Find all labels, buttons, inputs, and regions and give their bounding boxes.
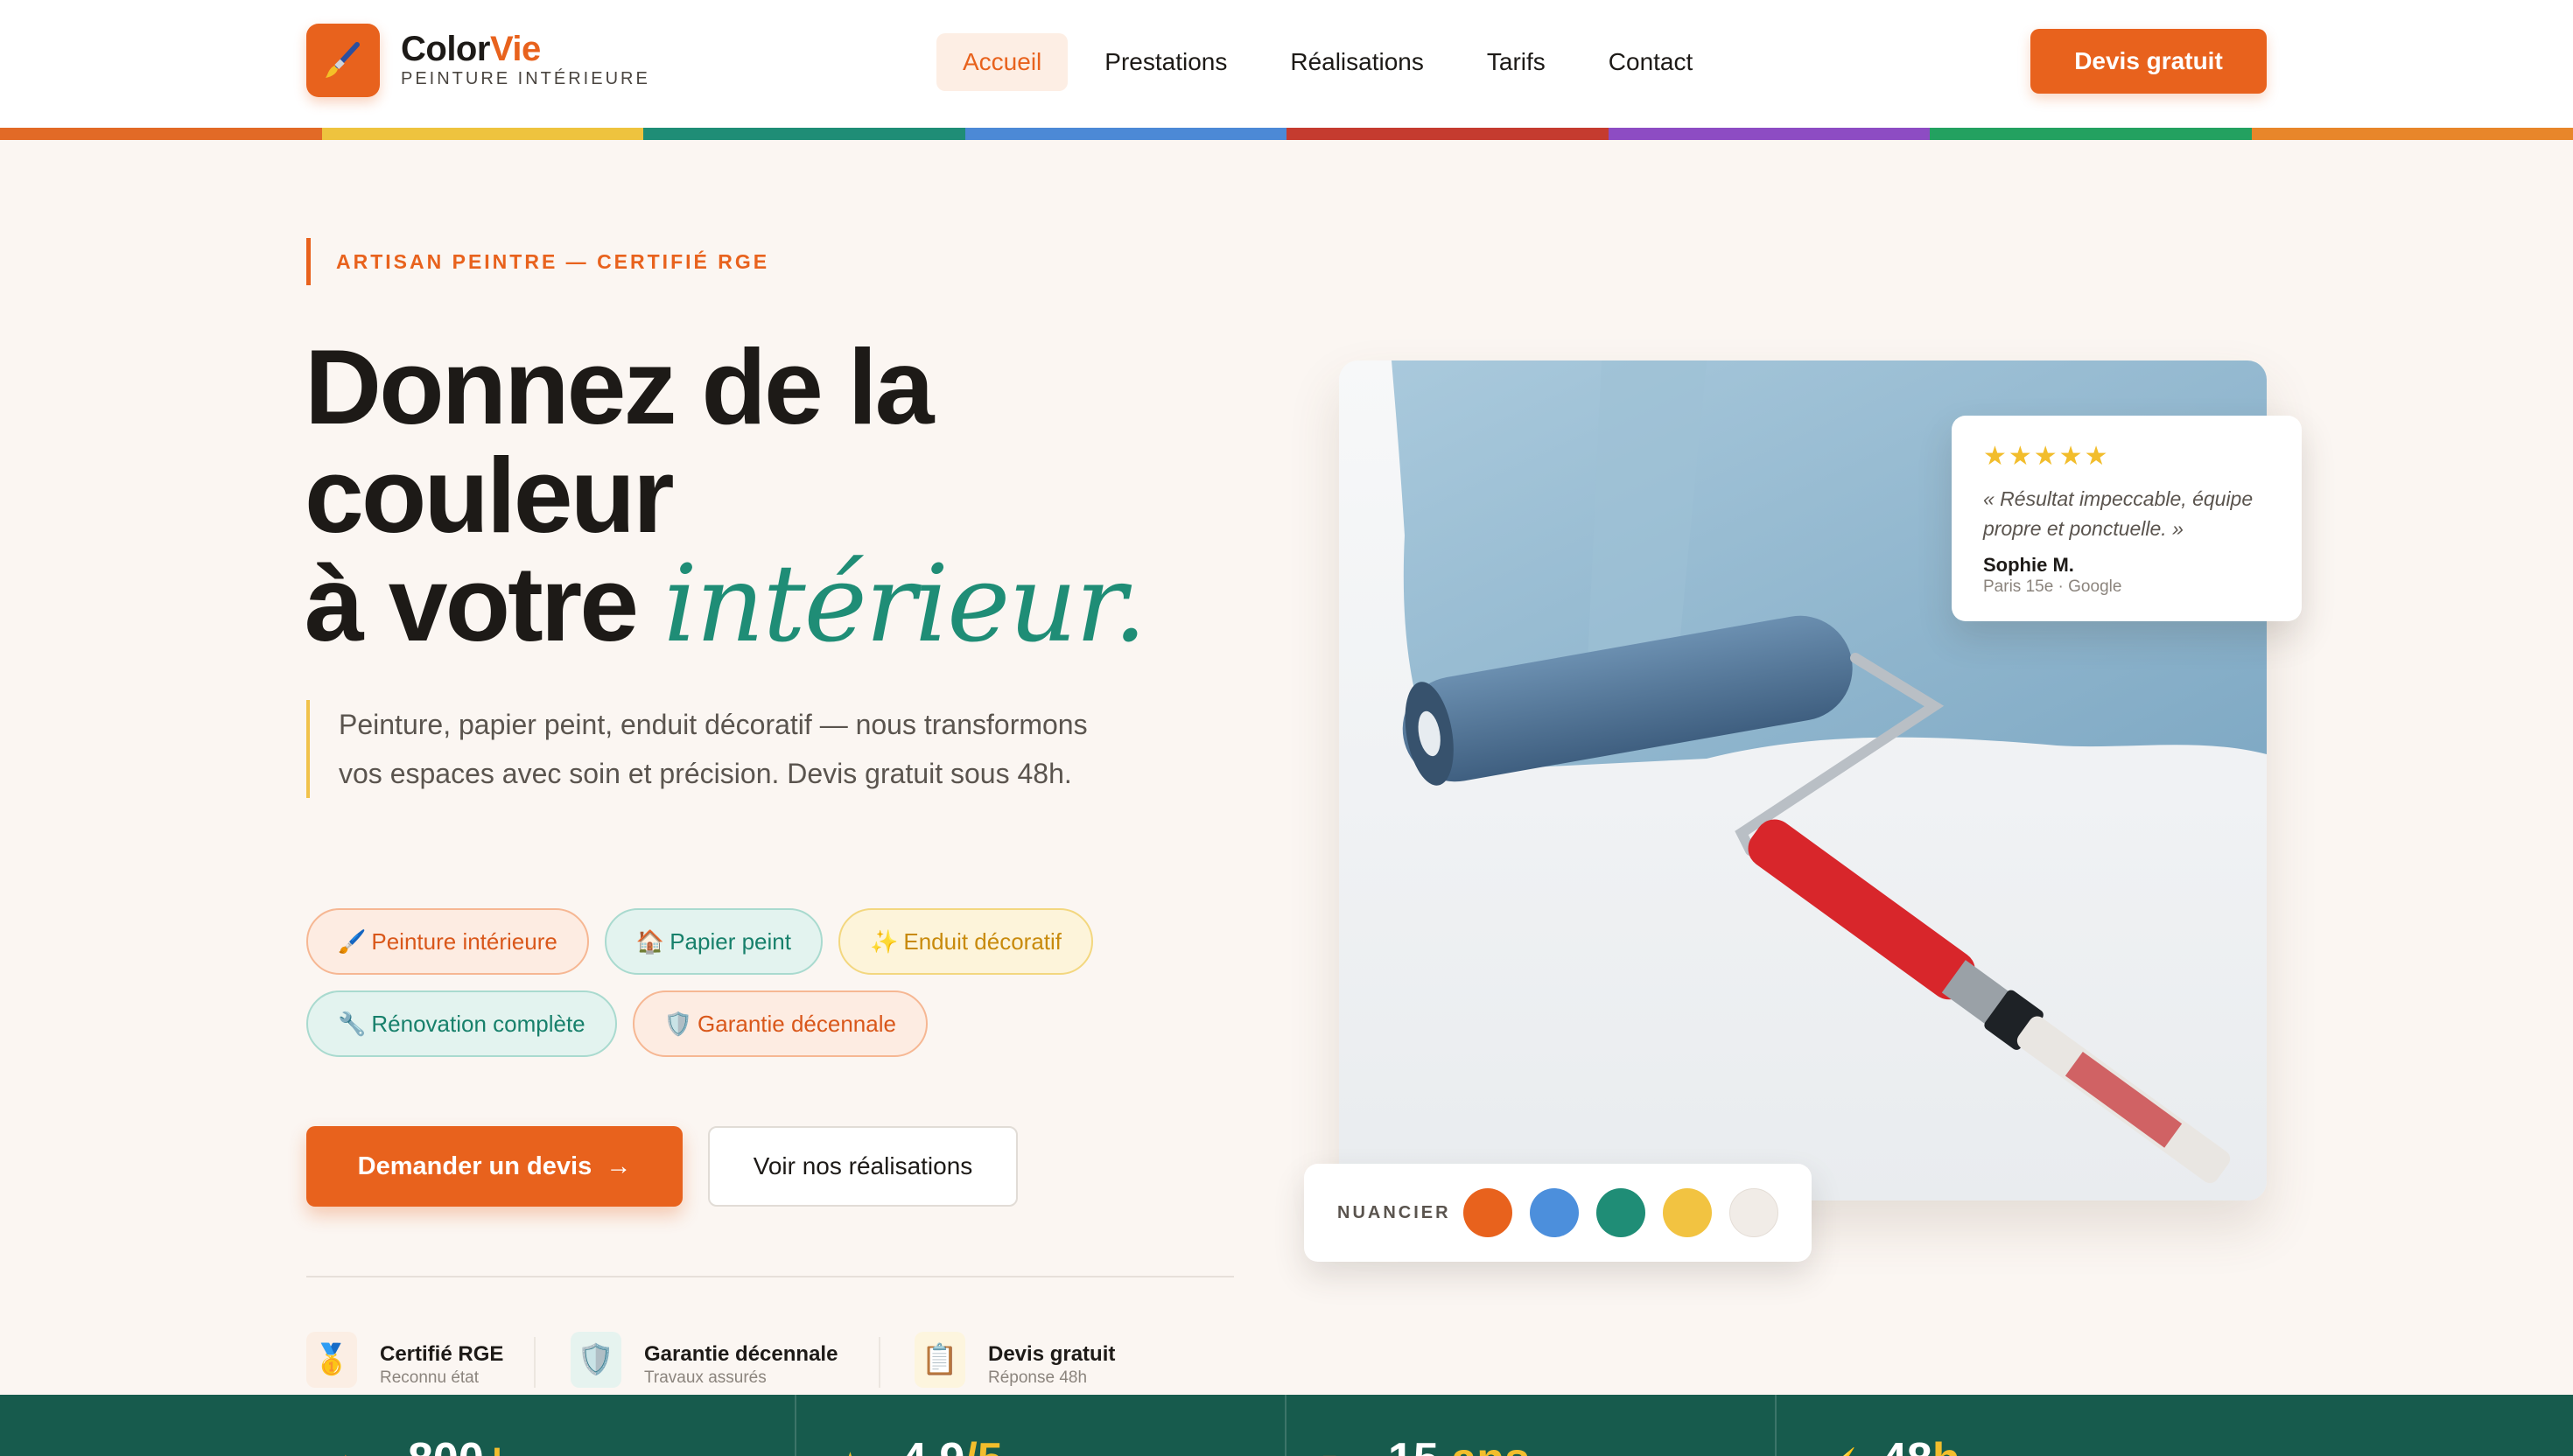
rainbow-stripe [0, 128, 2573, 140]
chip-enduit-decoratif[interactable]: ✨ Enduit décoratif [838, 908, 1094, 975]
clipboard-icon: 📋 [915, 1332, 965, 1388]
stat-icon: ▲ [333, 1447, 359, 1456]
nav-item-tarifs[interactable]: Tarifs [1461, 33, 1572, 91]
star-icon: ★ [838, 1447, 862, 1456]
house-icon: 🏠 [635, 928, 665, 955]
stat-rating: 4.9/5 [901, 1433, 1003, 1456]
reviewer-name: Sophie M. [1983, 554, 2074, 576]
swatch-cream[interactable] [1729, 1188, 1778, 1237]
stat-years: 15 ans [1388, 1433, 1530, 1456]
trust-subtitle: Reconnu état [380, 1368, 480, 1387]
chip-garantie-decennale[interactable]: 🛡️ Garantie décennale [632, 990, 928, 1057]
see-work-button[interactable]: Voir nos réalisations [708, 1126, 1018, 1207]
swatch-blue[interactable] [1530, 1188, 1579, 1237]
star-rating-icon: ★★★★★ [1983, 442, 2110, 471]
trust-title: Devis gratuit [988, 1342, 1116, 1366]
nav-item-prestations[interactable]: Prestations [1078, 33, 1253, 91]
rainbow-segment [643, 128, 965, 140]
logo[interactable] [306, 24, 380, 97]
trust-separator [879, 1337, 880, 1388]
main-nav: Accueil Prestations Réalisations Tarifs … [936, 33, 1719, 91]
rainbow-segment [321, 128, 643, 140]
trust-subtitle: Travaux assurés [644, 1368, 767, 1387]
stats-band: ▲ 800+ ★ 4.9/5 ■ 15 ans ⚡ 48h [0, 1395, 2573, 1456]
swatch-yellow[interactable] [1663, 1188, 1712, 1237]
review-quote: « Résultat impeccable, équipe propre et … [1983, 487, 2254, 540]
sparkles-icon: ✨ [869, 928, 899, 955]
stat-projects: 800+ [408, 1433, 510, 1456]
swatch-orange[interactable] [1463, 1188, 1512, 1237]
stat-separator [1285, 1395, 1286, 1456]
rainbow-segment [2251, 128, 2573, 140]
rainbow-segment [1608, 128, 1930, 140]
chip-renovation-complete[interactable]: 🔧 Rénovation complète [306, 990, 617, 1057]
request-quote-button[interactable]: Demander un devis → [306, 1126, 683, 1207]
paintbrush-icon: 🖌️ [338, 928, 367, 955]
shield-icon: 🛡️ [571, 1332, 621, 1388]
rainbow-segment [1930, 128, 2252, 140]
nav-item-accueil[interactable]: Accueil [936, 33, 1069, 91]
chip-papier-peint[interactable]: 🏠 Papier peint [604, 908, 823, 975]
site-header: ColorVie PEINTURE INTÉRIEURE Accueil Pre… [0, 0, 2573, 128]
stat-separator [1775, 1395, 1777, 1456]
service-chips: 🖌️ Peinture intérieure 🏠 Papier peint ✨ End… [306, 908, 1181, 1057]
brand-tagline: PEINTURE INTÉRIEURE [401, 69, 650, 88]
paintbrush-icon [326, 42, 360, 78]
stat-response: 48h [1882, 1433, 1960, 1456]
hero-divider [306, 1276, 1234, 1278]
shield-icon: 🛡️ [663, 1011, 693, 1037]
hero-title: Donnez de la couleur à votre intérieur. [305, 327, 1147, 666]
trust-subtitle: Réponse 48h [988, 1368, 1088, 1387]
trust-separator [534, 1337, 536, 1388]
header-quote-button[interactable]: Devis gratuit [2030, 29, 2267, 94]
stat-separator [795, 1395, 796, 1456]
rainbow-segment [1286, 128, 1609, 140]
trust-title: Garantie décennale [644, 1342, 838, 1366]
trust-title: Certifié RGE [380, 1342, 504, 1366]
hero-eyebrow: ARTISAN PEINTRE — CERTIFIÉ RGE [306, 238, 769, 285]
nav-item-realisations[interactable]: Réalisations [1264, 33, 1450, 91]
medal-icon: 🥇 [306, 1332, 357, 1388]
hero-lead: Peinture, papier peint, enduit décoratif… [306, 700, 1094, 798]
swatch-teal[interactable] [1596, 1188, 1645, 1237]
brand-name[interactable]: ColorVie [401, 29, 541, 69]
calendar-icon: ■ [1322, 1447, 1337, 1456]
review-card: ★★★★★ « Résultat impeccable, équipe prop… [1952, 416, 2302, 621]
review-source: Paris 15e · Google [1983, 578, 2122, 596]
color-palette-card: NUANCIER [1304, 1164, 1812, 1262]
palette-label: NUANCIER [1337, 1203, 1451, 1222]
nav-item-contact[interactable]: Contact [1582, 33, 1720, 91]
rainbow-segment [964, 128, 1286, 140]
arrow-right-icon: → [606, 1152, 632, 1180]
wrench-icon: 🔧 [338, 1011, 367, 1037]
rainbow-segment [0, 128, 322, 140]
lightning-icon: ⚡ [1829, 1447, 1861, 1456]
chip-peinture-interieure[interactable]: 🖌️ Peinture intérieure [306, 908, 589, 975]
